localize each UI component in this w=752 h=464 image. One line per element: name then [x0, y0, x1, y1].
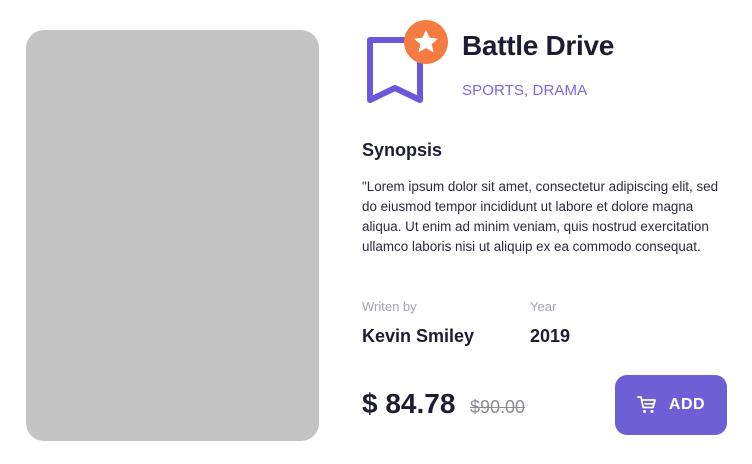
- synopsis-text: "Lorem ipsum dolor sit amet, consectetur…: [362, 179, 719, 254]
- writer-label: Writen by: [362, 299, 417, 314]
- original-price: $90.00: [470, 397, 526, 417]
- bookmark-icon[interactable]: [362, 18, 450, 110]
- star-badge-icon: [404, 20, 448, 64]
- current-price: $ 84.78: [362, 388, 456, 419]
- movie-cover-image: [26, 30, 319, 441]
- year-value: 2019: [530, 326, 571, 346]
- cart-icon: [637, 396, 656, 413]
- add-button-label: ADD: [668, 396, 706, 413]
- movie-title: Battle Drive: [462, 30, 615, 61]
- movie-genres: SPORTS, DRAMA: [462, 82, 588, 99]
- add-to-cart-button[interactable]: ADD: [615, 375, 727, 435]
- writer-name: Kevin Smiley: [362, 326, 475, 346]
- year-label: Year: [530, 299, 557, 314]
- synopsis-heading: Synopsis: [362, 140, 443, 160]
